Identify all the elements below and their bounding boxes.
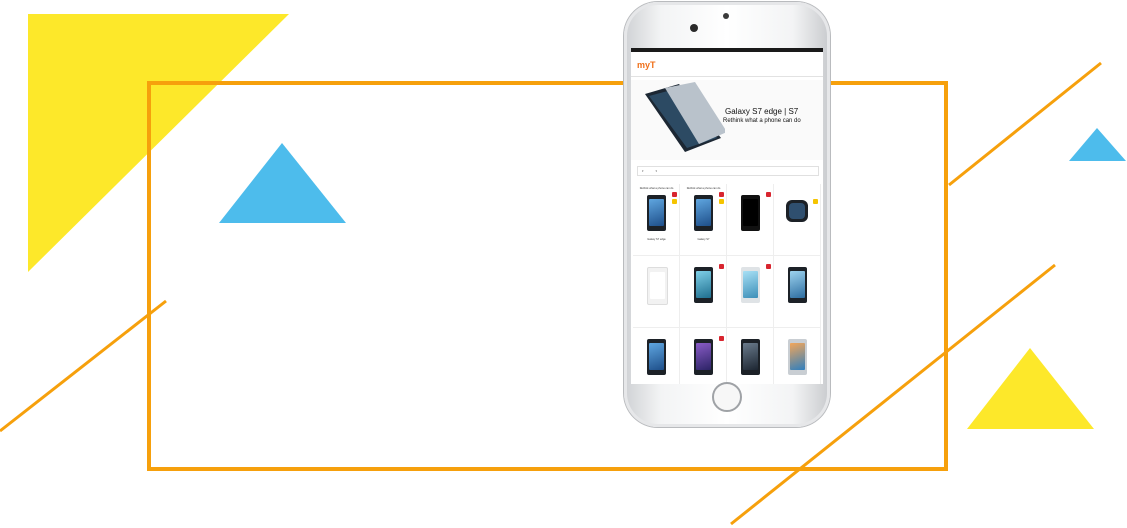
product-grid: Rethink what a phone can do Galaxy S7 ed… — [633, 184, 821, 384]
filter-dropdown-2[interactable]: ▾ — [656, 169, 658, 173]
product-image — [741, 267, 760, 303]
phone-screen: myT Galaxy S7 edge | S7 Rethink what a p… — [631, 48, 823, 384]
product-card[interactable] — [633, 256, 680, 328]
product-caption: Rethink what a phone can do — [686, 187, 721, 190]
product-image — [741, 195, 760, 231]
new-badge — [719, 192, 724, 197]
filter-dropdown-1[interactable]: ▾ — [642, 169, 644, 173]
new-badge — [672, 192, 677, 197]
product-image — [694, 267, 713, 303]
product-card[interactable] — [727, 184, 774, 256]
product-card[interactable] — [727, 328, 774, 384]
banner-title: Galaxy S7 edge | S7 — [725, 107, 799, 116]
product-card[interactable] — [680, 256, 727, 328]
product-card[interactable]: Rethink what a phone can do Galaxy S7 ed… — [633, 184, 680, 256]
app-logo[interactable]: myT — [637, 60, 656, 70]
product-card[interactable] — [774, 184, 821, 256]
product-image — [694, 339, 713, 375]
product-card[interactable] — [774, 328, 821, 384]
home-button[interactable] — [712, 382, 742, 412]
banner-subtitle: Rethink what a phone can do — [723, 118, 801, 124]
new-badge — [766, 192, 771, 197]
banner-phone-image — [645, 82, 725, 152]
yellow-triangle-right — [967, 348, 1094, 429]
product-image — [647, 195, 666, 231]
product-card[interactable]: Rethink what a phone can do Galaxy S7 — [680, 184, 727, 256]
product-image — [788, 267, 807, 303]
product-card[interactable] — [774, 256, 821, 328]
filter-bar[interactable]: ▾ ▾ — [637, 166, 819, 176]
product-card[interactable] — [680, 328, 727, 384]
new-badge — [766, 264, 771, 269]
event-badge — [672, 199, 677, 204]
orange-line-right-top — [948, 61, 1102, 187]
product-image — [694, 195, 713, 231]
product-image — [786, 200, 808, 222]
product-image — [788, 339, 807, 375]
product-name: Galaxy S7 — [697, 238, 710, 241]
new-badge — [719, 336, 724, 341]
product-name: Galaxy S7 edge — [647, 238, 666, 241]
product-caption: Rethink what a phone can do — [639, 187, 674, 190]
header-divider — [631, 76, 823, 77]
product-image — [647, 267, 668, 305]
phone-camera — [690, 24, 698, 32]
event-badge — [719, 199, 724, 204]
blue-triangle-right — [1069, 128, 1126, 161]
orange-line-left — [0, 299, 167, 433]
product-image — [647, 339, 666, 375]
product-card[interactable] — [633, 328, 680, 384]
product-card[interactable] — [727, 256, 774, 328]
new-badge — [719, 264, 724, 269]
phone-speaker — [723, 13, 729, 19]
phone-mockup: myT Galaxy S7 edge | S7 Rethink what a p… — [624, 2, 830, 427]
product-image — [741, 339, 760, 375]
event-badge — [813, 199, 818, 204]
